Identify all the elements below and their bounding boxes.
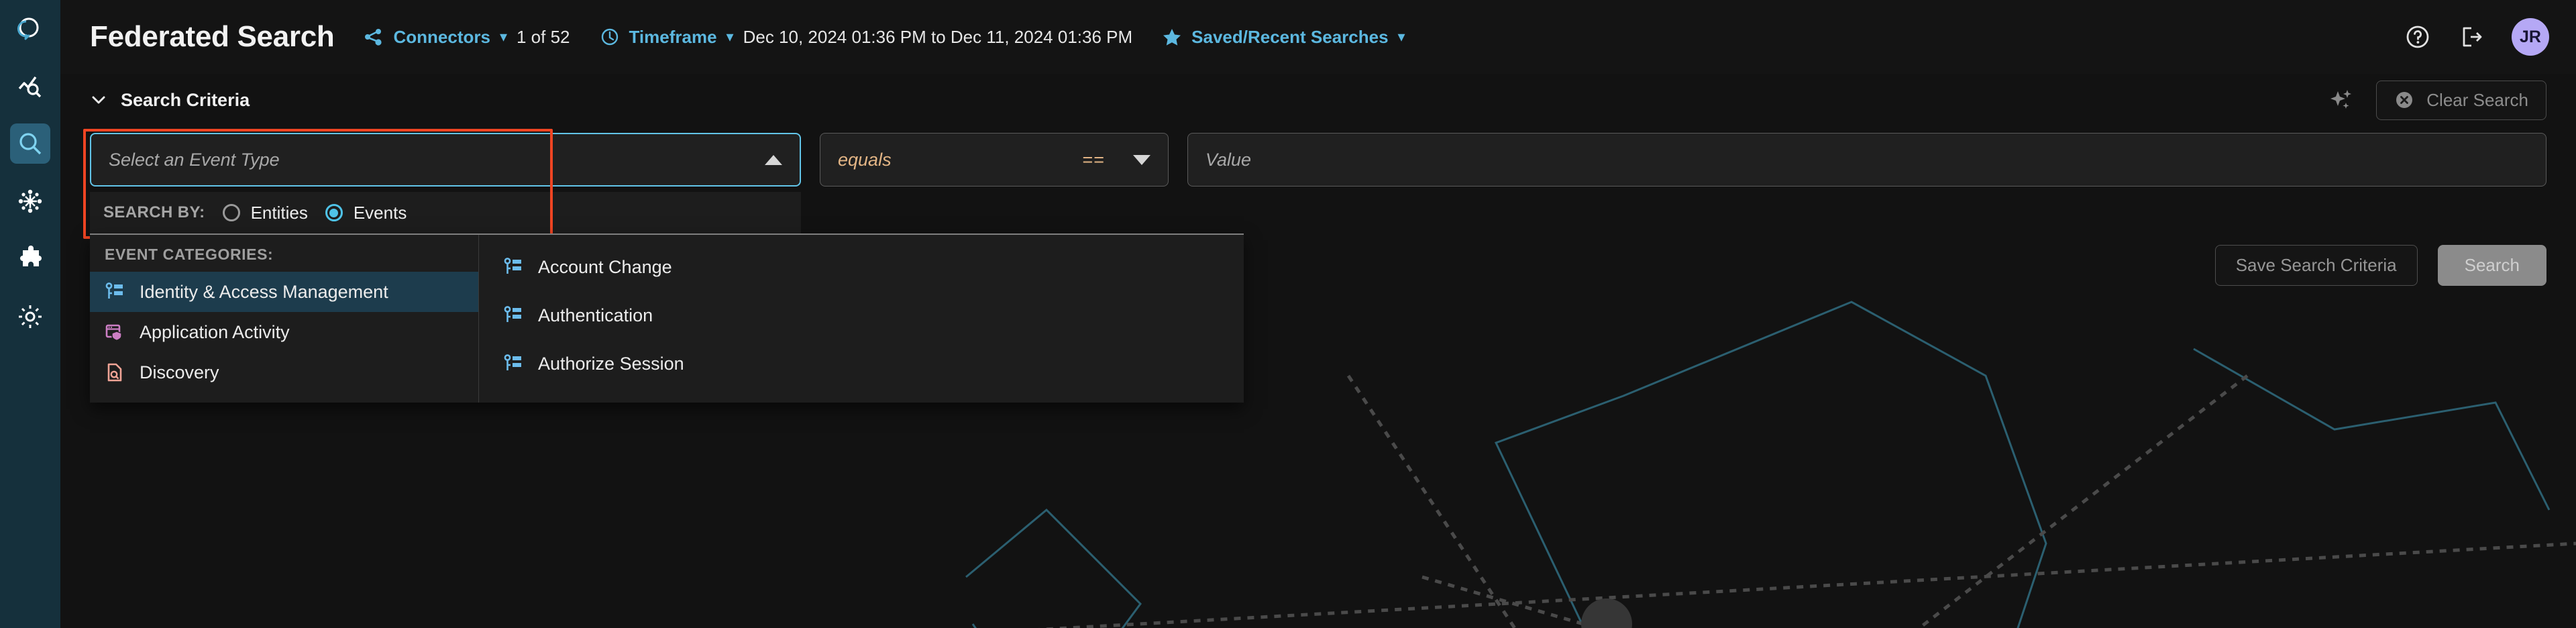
left-sidebar — [0, 0, 60, 628]
network-hub-icon — [18, 189, 42, 213]
help-circle-icon — [2406, 25, 2429, 48]
main-content: Search Criteria Clear Search Select an E… — [60, 74, 2576, 628]
chevron-up-icon — [765, 154, 782, 165]
search-logo-icon[interactable] — [11, 11, 49, 48]
category-application-activity[interactable]: Application Activity — [90, 312, 478, 352]
saved-searches-label: Saved/Recent Searches — [1191, 26, 1389, 47]
top-header: Federated Search Connectors ▾ 1 of 52 Ti… — [60, 0, 2576, 74]
sidebar-item-settings[interactable] — [10, 297, 50, 337]
close-circle-icon — [2396, 92, 2413, 108]
window-shield-icon — [105, 324, 122, 342]
category-label: Discovery — [140, 362, 219, 382]
connectors-count: 1 of 52 — [517, 26, 570, 47]
chevron-down-icon — [1133, 154, 1150, 165]
saved-searches-selector[interactable]: Saved/Recent Searches ▾ — [1162, 27, 1405, 48]
chevron-down-icon — [92, 96, 105, 104]
value-input[interactable]: Value — [1187, 133, 2546, 187]
chevron-down-icon: ▾ — [726, 28, 734, 45]
event-types-panel: Account Change Authentication Authorize … — [479, 235, 1244, 403]
operator-value: equals — [838, 149, 892, 170]
chevron-down-icon: ▾ — [1397, 28, 1405, 45]
clock-icon — [601, 28, 618, 46]
help-button[interactable] — [2404, 23, 2431, 50]
search-by-label: SEARCH BY: — [103, 203, 205, 221]
key-list-icon — [504, 306, 521, 322]
radio-events[interactable]: Events — [325, 203, 407, 223]
save-search-criteria-button[interactable]: Save Search Criteria — [2214, 244, 2418, 286]
event-type-account-change[interactable]: Account Change — [479, 243, 1244, 291]
event-type-label: Authentication — [538, 305, 653, 325]
logout-button[interactable] — [2458, 23, 2485, 50]
operator-select[interactable]: equals == — [820, 133, 1169, 187]
avatar[interactable]: JR — [2512, 18, 2549, 56]
event-type-placeholder: Select an Event Type — [109, 149, 280, 170]
operator-symbol: == — [1082, 149, 1105, 170]
event-type-authentication[interactable]: Authentication — [479, 291, 1244, 339]
search-by-group: SEARCH BY: Entities Events — [90, 192, 801, 233]
radio-entities-label: Entities — [250, 202, 308, 223]
radio-events-label: Events — [353, 202, 407, 223]
timeframe-value: Dec 10, 2024 01:36 PM to Dec 11, 2024 01… — [743, 26, 1133, 47]
value-placeholder: Value — [1205, 149, 1252, 170]
event-categories-panel: EVENT CATEGORIES: Identity & Access Mana… — [90, 235, 479, 403]
timeframe-selector[interactable]: Timeframe ▾ Dec 10, 2024 01:36 PM to Dec… — [600, 26, 1133, 48]
connectors-share-icon — [365, 29, 382, 46]
category-label: Identity & Access Management — [140, 281, 388, 302]
event-type-dropdown: EVENT CATEGORIES: Identity & Access Mana… — [90, 233, 1244, 403]
sidebar-item-search[interactable] — [10, 123, 50, 164]
radio-entities[interactable]: Entities — [222, 202, 308, 223]
event-type-label: Authorize Session — [538, 353, 684, 374]
ai-assist-button[interactable] — [2329, 88, 2353, 112]
star-icon — [1163, 29, 1181, 46]
gear-icon — [19, 305, 42, 328]
sparkle-icon — [2330, 90, 2352, 109]
search-criteria-title: Search Criteria — [121, 89, 250, 110]
timeframe-label: Timeframe — [629, 26, 717, 47]
radio-icon — [222, 204, 240, 221]
chevron-down-icon: ▾ — [499, 28, 507, 45]
category-label: Application Activity — [140, 321, 290, 342]
clear-search-button[interactable]: Clear Search — [2376, 80, 2546, 120]
magnifier-icon — [19, 133, 42, 155]
search-criteria-toggle[interactable]: Search Criteria — [90, 90, 250, 111]
header-actions: JR — [2404, 18, 2549, 56]
connectors-label: Connectors — [393, 26, 490, 47]
page-title: Federated Search — [90, 20, 335, 53]
sidebar-item-integrations[interactable] — [10, 239, 50, 279]
connectors-selector[interactable]: Connectors ▾ 1 of 52 — [364, 27, 570, 48]
search-criteria-bar: Search Criteria Clear Search — [60, 74, 2576, 126]
document-search-icon — [107, 363, 122, 382]
event-type-authorize-session[interactable]: Authorize Session — [479, 339, 1244, 388]
search-button[interactable]: Search — [2437, 244, 2546, 286]
category-identity-access-management[interactable]: Identity & Access Management — [90, 272, 478, 312]
puzzle-piece-icon — [20, 246, 42, 266]
event-categories-caption: EVENT CATEGORIES: — [105, 246, 274, 263]
analytics-search-icon — [18, 76, 42, 98]
radio-selected-icon — [325, 204, 343, 221]
key-list-icon — [504, 258, 521, 274]
event-type-select[interactable]: Select an Event Type — [90, 133, 801, 187]
clear-search-label: Clear Search — [2426, 89, 2528, 110]
event-type-label: Account Change — [538, 256, 672, 277]
key-list-icon — [105, 282, 123, 299]
filter-row: Select an Event Type equals == Value — [90, 133, 2546, 187]
category-discovery[interactable]: Discovery — [90, 352, 478, 392]
sidebar-item-network[interactable] — [10, 181, 50, 221]
avatar-initials: JR — [2520, 27, 2541, 46]
key-list-icon — [504, 354, 521, 370]
logout-icon — [2463, 27, 2482, 47]
sidebar-item-analytics[interactable] — [10, 66, 50, 106]
